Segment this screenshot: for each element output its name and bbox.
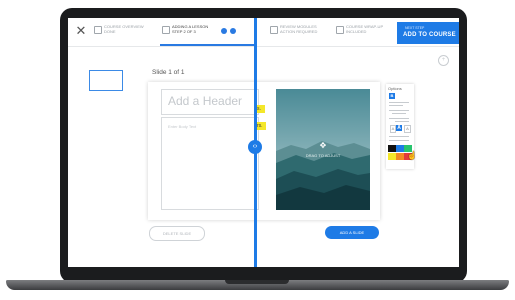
divider [389, 140, 409, 141]
color-swatch-black[interactable] [388, 145, 396, 152]
cta-caption: NEXT STEP [405, 26, 425, 30]
step-dot [230, 28, 236, 34]
step-dot [221, 28, 227, 34]
document-icon [162, 26, 170, 34]
align-center-icon[interactable] [389, 110, 409, 111]
highlight-marker: s. [257, 105, 265, 113]
app-screen: ✕ COURSE OVERVIEW DONE ADDING A LESSON S… [68, 18, 459, 267]
align-right-icon[interactable] [389, 118, 409, 119]
font-size-large[interactable]: A [404, 125, 411, 133]
bold-button[interactable]: B [389, 93, 395, 99]
slide-image[interactable]: ✥ DRAG TO ADJUST [276, 89, 370, 210]
slide-thumbnail[interactable] [89, 70, 123, 91]
pointer-cursor-icon: ☝ [407, 151, 417, 160]
step-adding-lesson[interactable]: ADDING A LESSON STEP 2 OF 3 [162, 24, 226, 42]
align-left-icon [389, 105, 403, 106]
document-icon [336, 26, 344, 34]
divider [389, 136, 409, 137]
progress-header: ✕ COURSE OVERVIEW DONE ADDING A LESSON S… [68, 18, 459, 47]
header-input[interactable]: Add a Header [161, 89, 259, 115]
color-swatch-blue[interactable] [396, 145, 404, 152]
align-right-icon [395, 121, 409, 122]
image-drag-label: DRAG TO ADJUST [305, 153, 341, 158]
cta-label: ADD TO COURSE [403, 32, 456, 38]
color-swatch-yellow[interactable] [388, 153, 396, 160]
add-to-course-button[interactable]: NEXT STEP ADD TO COURSE [397, 22, 459, 44]
step-course-overview[interactable]: COURSE OVERVIEW DONE [94, 24, 158, 42]
add-circle-icon[interactable]: + [438, 55, 449, 66]
step-sub: DONE [104, 29, 116, 34]
align-left-icon[interactable] [389, 102, 409, 103]
active-step-indicator [160, 44, 256, 46]
close-icon[interactable]: ✕ [74, 24, 88, 38]
lightbulb-icon [94, 26, 102, 34]
slide-counter: Slide 1 of 1 [152, 69, 185, 76]
body-text-input[interactable]: Enter Body Text [161, 117, 259, 210]
document-icon [270, 26, 278, 34]
move-icon[interactable]: ✥ [319, 142, 327, 150]
options-title: Options [388, 86, 402, 91]
body-placeholder: Enter Body Text [168, 124, 197, 129]
slider-handle-arrows-icon[interactable]: ‹› [248, 140, 262, 154]
highlight-marker: rs. [257, 122, 266, 130]
add-slide-button[interactable]: ADD A SLIDE [325, 226, 379, 239]
step-sub: INCLUDED [346, 29, 367, 34]
color-swatch-orange[interactable] [396, 153, 404, 160]
header-placeholder: Add a Header [168, 94, 243, 108]
step-sub: ACTION REQUIRED [280, 29, 318, 34]
laptop-notch [225, 280, 289, 284]
step-review-modules[interactable]: REVIEW MODULES ACTION REQUIRED [270, 24, 334, 42]
step-course-wrapup[interactable]: COURSE WRAP-UP INCLUDED [336, 24, 396, 42]
delete-slide-button[interactable]: DELETE SLIDE [149, 226, 205, 241]
font-size-medium[interactable]: A [396, 125, 402, 131]
align-center-icon [392, 113, 406, 114]
